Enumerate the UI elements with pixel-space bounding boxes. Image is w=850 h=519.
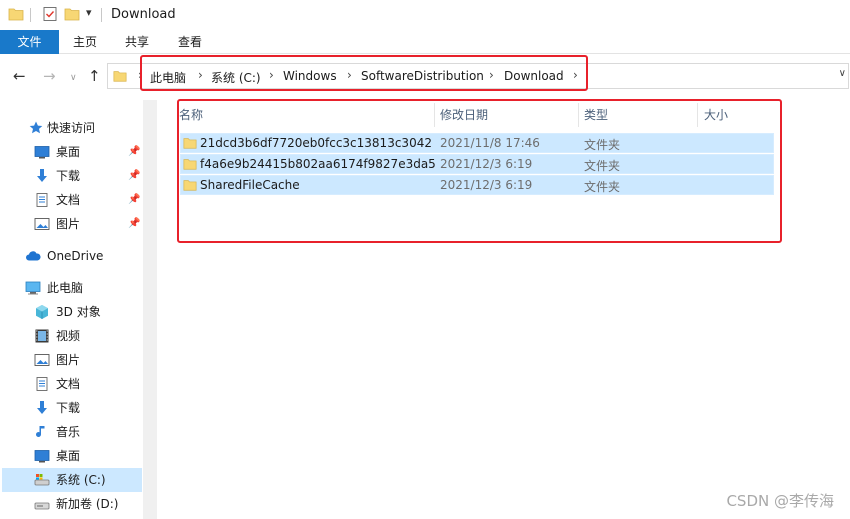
- sidebar-item-pictures-pc[interactable]: 图片: [34, 348, 142, 372]
- file-date: 2021/12/3 6:19: [440, 157, 533, 171]
- sidebar-item-quick-access[interactable]: 快速访问: [8, 116, 143, 140]
- navigation-pane: 快速访问 桌面 📌 下载 📌 文档 📌 图片 📌 OneDrive 此电脑 3D…: [0, 100, 157, 519]
- document-icon: [34, 376, 50, 392]
- breadcrumb-download[interactable]: Download: [504, 69, 564, 83]
- sidebar-item-videos[interactable]: 视频: [34, 324, 142, 348]
- tab-home[interactable]: 主页: [60, 30, 110, 54]
- desktop-icon: [34, 144, 50, 160]
- watermark: CSDN @李传海: [726, 492, 834, 510]
- sidebar-item-downloads-pc[interactable]: 下载: [34, 396, 142, 420]
- download-icon: [34, 400, 50, 416]
- back-arrow-icon[interactable]: ←: [13, 68, 26, 84]
- breadcrumb-softwaredistribution[interactable]: SoftwareDistribution: [361, 69, 484, 83]
- sidebar-scrollbar[interactable]: [143, 100, 157, 519]
- sidebar-item-onedrive[interactable]: OneDrive: [25, 244, 143, 268]
- breadcrumb-windows[interactable]: Windows: [283, 69, 337, 83]
- file-type: 文件夹: [584, 138, 621, 152]
- customize-quick-access-icon[interactable]: ▾: [86, 6, 92, 19]
- sidebar-item-downloads[interactable]: 下载: [34, 164, 142, 188]
- breadcrumb-chevron-icon[interactable]: ›: [198, 68, 203, 82]
- column-header-size[interactable]: 大小: [704, 103, 728, 127]
- sidebar-item-drive-d[interactable]: 新加卷 (D:): [34, 492, 142, 516]
- title-bar: ▾ Download: [0, 0, 850, 30]
- drive-icon: [34, 472, 50, 488]
- file-date: 2021/11/8 17:46: [440, 136, 540, 150]
- sidebar-item-this-pc[interactable]: 此电脑: [25, 276, 143, 300]
- breadcrumb-chevron-icon[interactable]: ›: [489, 68, 494, 82]
- file-row[interactable]: SharedFileCache 2021/12/3 6:19 文件夹: [180, 175, 774, 195]
- folder-icon: [183, 136, 197, 153]
- ribbon-tabs: 文件 主页 共享 查看: [0, 30, 850, 54]
- properties-icon[interactable]: [42, 6, 58, 22]
- column-divider[interactable]: [578, 103, 579, 127]
- tab-view[interactable]: 查看: [165, 30, 215, 54]
- column-header-type[interactable]: 类型: [584, 103, 608, 127]
- sidebar-item-music[interactable]: 音乐: [34, 420, 142, 444]
- picture-icon: [34, 216, 50, 232]
- sidebar-item-desktop[interactable]: 桌面: [34, 140, 142, 164]
- navigation-bar: ← → ∨ ↑ › 此电脑 › 系统 (C:) › Windows › Soft…: [0, 54, 850, 100]
- picture-icon: [34, 352, 50, 368]
- sidebar-item-pictures[interactable]: 图片: [34, 212, 142, 236]
- breadcrumb-chevron-icon[interactable]: ›: [347, 68, 352, 82]
- drive-icon: [34, 496, 50, 512]
- file-name: SharedFileCache: [200, 178, 300, 192]
- breadcrumb-chevron-icon[interactable]: ›: [138, 68, 143, 82]
- column-header-name[interactable]: 名称: [179, 103, 203, 127]
- sidebar-item-drive-c[interactable]: 系统 (C:): [2, 468, 142, 492]
- address-folder-icon: [113, 69, 127, 83]
- computer-icon: [25, 280, 41, 296]
- new-folder-icon[interactable]: [64, 6, 80, 22]
- sidebar-item-desktop-pc[interactable]: 桌面: [34, 444, 142, 468]
- star-icon: [28, 120, 44, 136]
- breadcrumb-drive-c[interactable]: 系统 (C:): [211, 69, 261, 86]
- music-icon: [34, 424, 50, 440]
- pin-icon: 📌: [128, 146, 141, 157]
- breadcrumb-chevron-icon[interactable]: ›: [573, 68, 578, 82]
- forward-arrow-icon[interactable]: →: [43, 68, 56, 84]
- breadcrumb-chevron-icon[interactable]: ›: [269, 68, 274, 82]
- folder-icon: [183, 178, 197, 195]
- desktop-icon: [34, 448, 50, 464]
- folder-icon: [183, 157, 197, 174]
- tab-share[interactable]: 共享: [112, 30, 162, 54]
- title-divider: [101, 8, 102, 22]
- download-icon: [34, 168, 50, 184]
- recent-locations-icon[interactable]: ∨: [70, 70, 77, 86]
- pin-icon: 📌: [128, 218, 141, 229]
- tab-file[interactable]: 文件: [0, 30, 59, 54]
- video-icon: [34, 328, 50, 344]
- column-divider[interactable]: [697, 103, 698, 127]
- window-title: Download: [111, 7, 176, 22]
- file-type: 文件夹: [584, 180, 621, 194]
- pin-icon: 📌: [128, 194, 141, 205]
- cube-icon: [34, 304, 50, 320]
- file-type: 文件夹: [584, 159, 621, 173]
- file-name: 21dcd3b6df7720eb0fcc3c13813c3042: [200, 136, 432, 150]
- file-date: 2021/12/3 6:19: [440, 178, 533, 192]
- column-divider[interactable]: [434, 103, 435, 127]
- file-name: f4a6e9b24415b802aa6174f9827e3da5: [200, 157, 436, 171]
- folder-icon: [8, 6, 24, 22]
- up-arrow-icon[interactable]: ↑: [88, 68, 101, 84]
- sidebar-item-documents-pc[interactable]: 文档: [34, 372, 142, 396]
- cloud-icon: [25, 248, 41, 264]
- address-bar[interactable]: › 此电脑 › 系统 (C:) › Windows › SoftwareDist…: [107, 63, 849, 89]
- document-icon: [34, 192, 50, 208]
- address-dropdown-icon[interactable]: ∨: [839, 68, 846, 79]
- column-header-date[interactable]: 修改日期: [440, 103, 488, 127]
- sidebar-item-documents[interactable]: 文档: [34, 188, 142, 212]
- file-row[interactable]: 21dcd3b6df7720eb0fcc3c13813c3042 2021/11…: [180, 133, 774, 153]
- pin-icon: 📌: [128, 170, 141, 181]
- quick-access-divider: [30, 8, 31, 22]
- breadcrumb-this-pc[interactable]: 此电脑: [150, 69, 186, 86]
- file-row[interactable]: f4a6e9b24415b802aa6174f9827e3da5 2021/12…: [180, 154, 774, 174]
- sidebar-item-3d-objects[interactable]: 3D 对象: [34, 300, 142, 324]
